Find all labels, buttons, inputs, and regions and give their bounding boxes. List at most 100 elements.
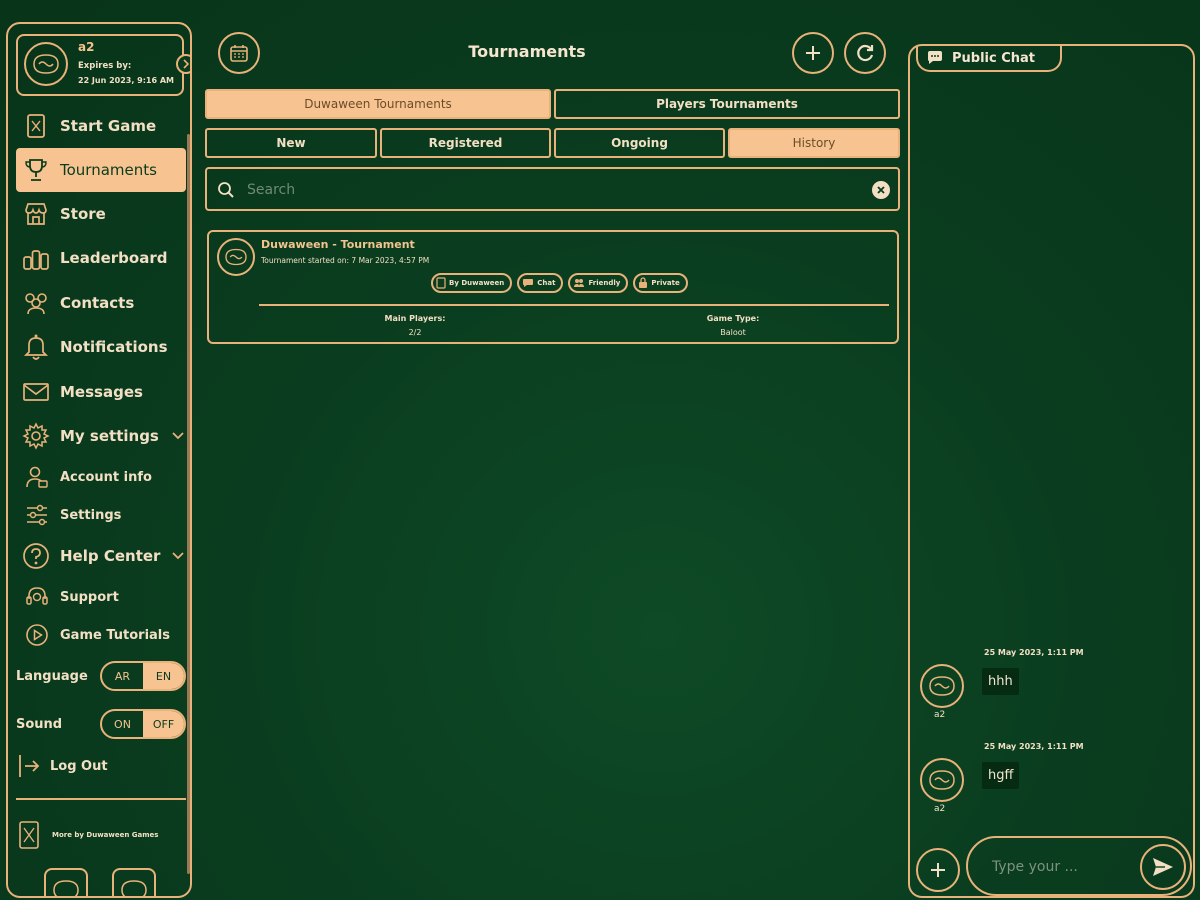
sidebar-item-start-game[interactable]: Start Game [16,104,186,148]
sidebar-item-store[interactable]: Store [16,192,186,236]
add-tournament-button[interactable] [792,32,834,74]
sidebar-item-leaderboard[interactable]: Leaderboard [16,236,186,280]
game-type-stat: Game Type: Baloot [633,312,833,340]
send-icon [1153,858,1173,876]
sidebar-item-label: Settings [60,507,122,523]
account-icon [24,464,50,490]
language-label: Language [16,668,88,684]
sidebar-item-label: Help Center [60,547,161,565]
card-divider [259,304,889,306]
gear-icon [20,420,52,452]
language-option-en[interactable]: EN [143,663,184,689]
avatar[interactable] [24,42,68,86]
send-button[interactable] [1140,844,1186,890]
message-avatar[interactable] [920,664,964,708]
chat-input[interactable] [990,854,1134,880]
profile-username: a2 [78,40,95,54]
sound-label: Sound [16,716,63,732]
sidebar-item-label: Account info [60,469,152,485]
tag-by-duwaween: By Duwaween [431,273,513,293]
app-thumbnail-2[interactable] [112,868,156,896]
lock-icon [639,277,648,288]
tag-chat: Chat [517,273,564,293]
chat-title: Public Chat [952,50,1036,66]
sidebar-item-my-settings[interactable]: My settings [16,414,186,458]
message-time: 25 May 2023, 1:11 PM [984,648,1084,657]
tab-duwaween-tournaments[interactable]: Duwaween Tournaments [205,89,551,119]
main-players-value: 2/2 [408,328,422,337]
search-box [205,167,900,211]
friends-icon [574,279,585,287]
language-toggle[interactable]: AR EN [100,661,186,691]
tab-new[interactable]: New [205,128,377,158]
plus-icon [931,863,945,877]
message-text: hhh [982,668,1019,695]
language-row: Language AR EN [16,660,188,692]
tag-private: Private [633,273,688,293]
clear-search-icon[interactable] [872,181,890,199]
tag-label: Friendly [588,279,621,287]
tournament-name: Duwaween - Tournament [261,238,415,251]
sidebar-item-settings[interactable]: Settings [16,496,186,534]
sound-toggle[interactable]: ON OFF [100,709,186,739]
tag-label: By Duwaween [449,279,505,287]
sidebar-item-account-info[interactable]: Account info [16,458,186,496]
tournament-card[interactable]: Duwaween - Tournament Tournament started… [207,230,899,344]
sidebar-item-label: Tournaments [60,161,157,179]
sidebar-item-game-tutorials[interactable]: Game Tutorials [16,616,186,654]
sidebar-item-tournaments[interactable]: Tournaments [16,148,186,192]
tab-players-tournaments[interactable]: Players Tournaments [554,89,900,119]
app-thumbnail-1[interactable] [44,868,88,896]
sound-option-on[interactable]: ON [102,711,143,737]
log-out-button[interactable]: Log Out [16,746,186,786]
sliders-icon [24,502,50,528]
user-avatar-icon [929,770,955,790]
cards-icon [436,277,446,289]
tournament-tags: By Duwaween Chat Friendly Private [431,273,688,293]
message-avatar[interactable] [920,758,964,802]
refresh-icon [857,44,874,62]
collapse-sidebar-button[interactable] [176,54,190,74]
profile-card[interactable]: a2 Expires by: 22 Jun 2023, 9:16 AM [16,34,190,96]
refresh-button[interactable] [844,32,886,74]
chat-message: 25 May 2023, 1:11 PM a2 hgff [918,742,1178,822]
plus-icon [806,46,820,60]
tab-ongoing[interactable]: Ongoing [554,128,725,158]
game-type-label: Game Type: [706,314,760,323]
sidebar-item-label: My settings [60,427,159,445]
sidebar-divider [16,798,186,800]
sidebar-item-support[interactable]: Support [16,578,186,616]
sidebar-item-label: Start Game [60,117,157,135]
sound-option-off[interactable]: OFF [143,711,184,737]
sidebar-item-contacts[interactable]: Contacts [16,281,186,325]
language-option-ar[interactable]: AR [102,663,143,689]
headset-icon [24,584,50,610]
search-input[interactable] [245,177,849,203]
sidebar-item-label: Notifications [60,338,168,356]
sidebar-item-label: Contacts [60,294,135,312]
more-by-label: More by Duwaween Games [52,831,159,839]
sidebar-item-messages[interactable]: Messages [16,370,186,414]
sidebar-item-help-center[interactable]: Help Center [16,534,186,578]
more-by-link[interactable]: More by Duwaween Games [16,820,186,850]
sidebar: a2 Expires by: 22 Jun 2023, 9:16 AM Star… [6,22,192,898]
sidebar-item-label: Game Tutorials [60,627,171,643]
tag-friendly: Friendly [568,273,629,293]
chevron-right-icon [183,59,190,69]
main-panel: Tournaments Duwaween Tournaments Players… [202,22,902,898]
sidebar-scrollbar[interactable] [187,134,190,874]
message-user: a2 [934,710,946,720]
sidebar-item-notifications[interactable]: Notifications [16,325,186,369]
duwaween-logo-icon [16,820,42,850]
play-circle-icon [24,622,50,648]
chat-attach-button[interactable] [916,848,960,892]
tournament-start: Tournament started on: 7 Mar 2023, 4:57 … [261,256,430,265]
tab-registered[interactable]: Registered [380,128,551,158]
sound-row: Sound ON OFF [16,708,188,740]
help-icon [20,540,52,572]
user-avatar-icon [929,676,955,696]
tab-history[interactable]: History [728,128,900,158]
tag-label: Private [651,279,680,287]
page-title: Tournaments [468,42,586,61]
chevron-down-icon [172,552,184,560]
